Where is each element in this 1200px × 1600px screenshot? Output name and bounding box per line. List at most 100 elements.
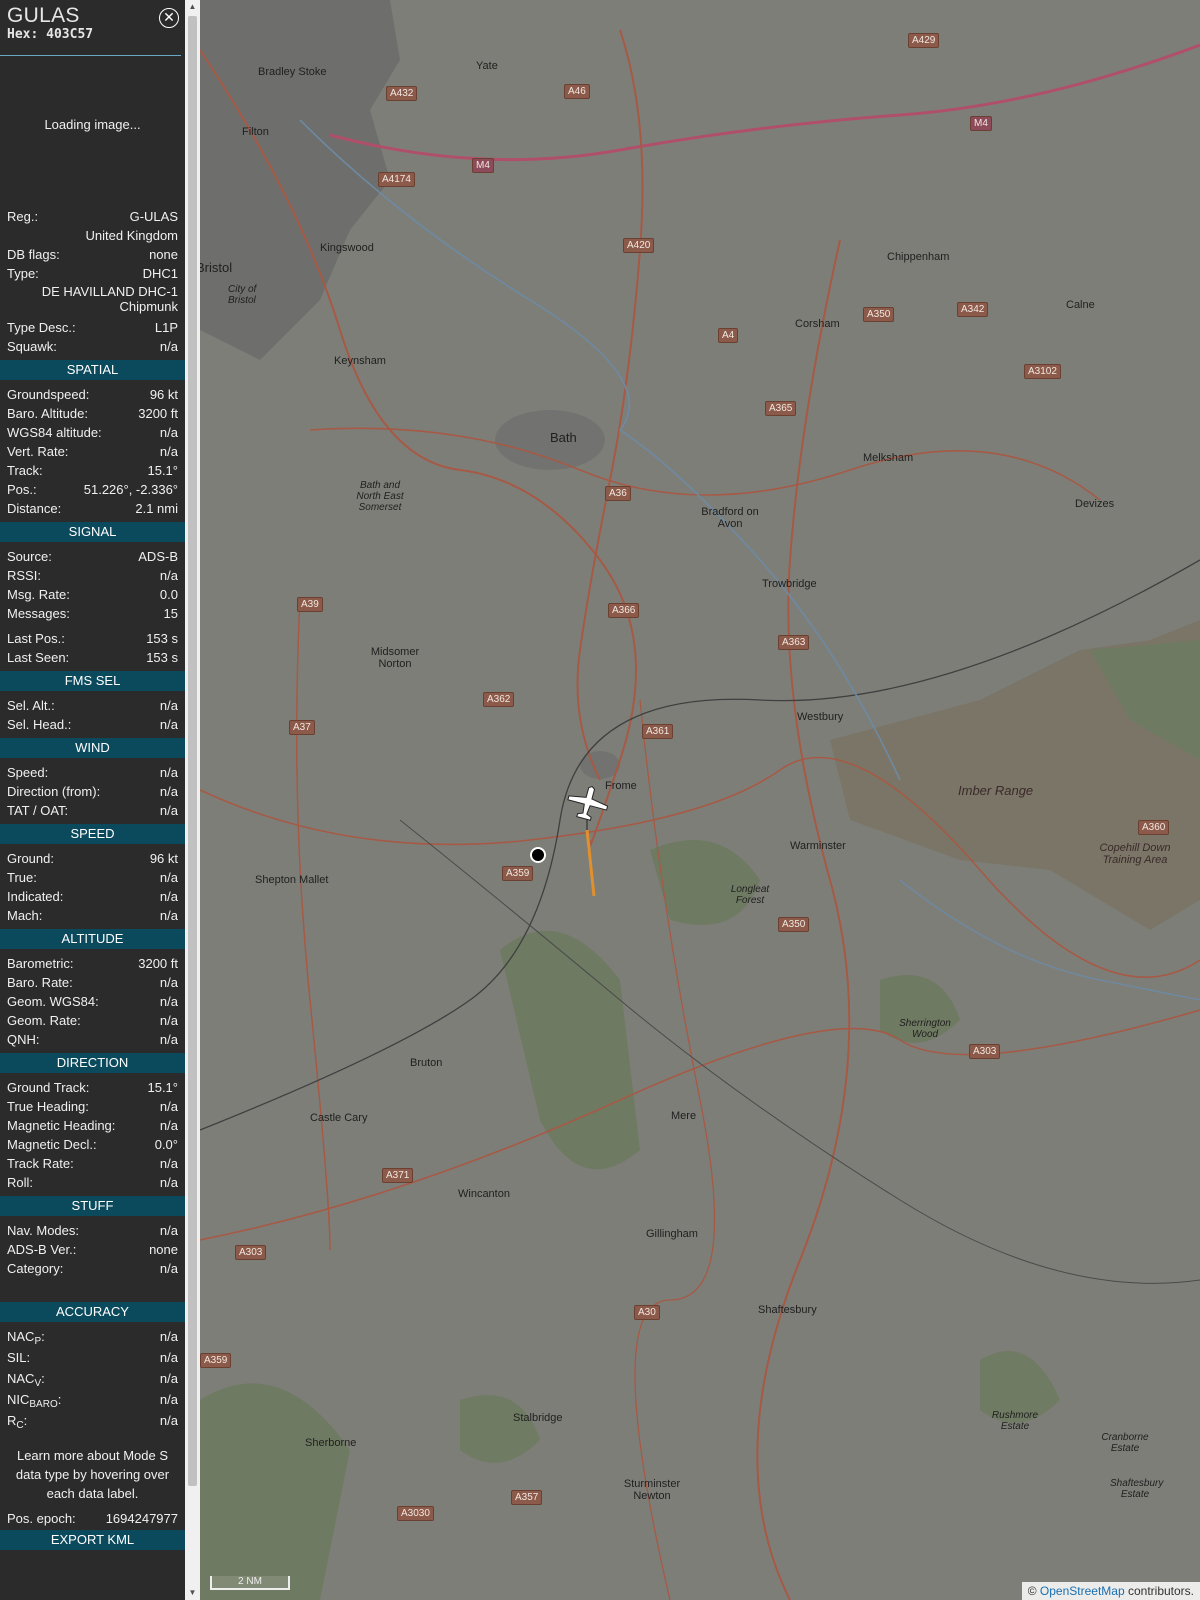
map-scale: 2 NM xyxy=(210,1576,290,1590)
road-label: A366 xyxy=(608,603,640,618)
info-row: QNH: n/a xyxy=(0,1030,185,1049)
openstreetmap-link[interactable]: OpenStreetMap xyxy=(1040,1584,1125,1598)
info-row: Roll: n/a xyxy=(0,1173,185,1192)
type-row: Type: DHC1 xyxy=(0,264,185,283)
info-label: Magnetic Decl.: xyxy=(7,1137,97,1152)
altitude-rows: Barometric: 3200 ft Baro. Rate: n/a Geom. WG… xyxy=(0,954,185,1049)
receiver-marker[interactable] xyxy=(530,847,546,863)
reg-value: G-ULAS xyxy=(129,209,178,224)
info-row: Source: ADS-B xyxy=(0,547,185,566)
info-label: Ground: xyxy=(7,851,54,866)
area-label: Copehill Down Training Area xyxy=(1099,842,1171,866)
road-label: M4 xyxy=(970,116,992,131)
scroll-down-icon[interactable]: ▼ xyxy=(185,1586,200,1600)
info-value: n/a xyxy=(159,444,178,459)
info-row: WGS84 altitude: n/a xyxy=(0,423,185,442)
info-row: Baro. Altitude: 3200 ft xyxy=(0,404,185,423)
info-value: n/a xyxy=(159,803,178,818)
export-kml-button[interactable]: EXPORT KML xyxy=(0,1530,185,1550)
sil-label[interactable]: SIL: xyxy=(7,1348,30,1369)
road-label: A3102 xyxy=(1024,364,1061,379)
info-label: Track: xyxy=(7,463,43,478)
town-label: Stalbridge xyxy=(513,1412,563,1424)
info-label: Ground Track: xyxy=(7,1080,90,1095)
info-label: Roll: xyxy=(7,1175,34,1190)
town-label: Kingswood xyxy=(320,242,374,254)
info-label: Indicated: xyxy=(7,889,64,904)
area-label: Rushmore Estate xyxy=(991,1410,1039,1432)
map-attribution: © OpenStreetMap contributors. xyxy=(1021,1582,1200,1600)
section-speed: SPEED xyxy=(0,824,185,844)
scrollbar-thumb[interactable] xyxy=(188,16,197,1486)
info-label: TAT / OAT: xyxy=(7,803,69,818)
country-row: United Kingdom xyxy=(0,226,185,245)
info-value: n/a xyxy=(159,1099,178,1114)
info-value: 96 kt xyxy=(149,851,178,866)
info-row: Sel. Alt.: n/a xyxy=(0,696,185,715)
road-label: A429 xyxy=(908,33,940,48)
nacv-row: NACV: n/a xyxy=(0,1369,185,1390)
road-label: A30 xyxy=(634,1305,660,1320)
nacp-label[interactable]: NACP: xyxy=(7,1327,45,1348)
info-label: QNH: xyxy=(7,1032,40,1047)
road-label: A420 xyxy=(623,238,655,253)
section-wind: WIND xyxy=(0,738,185,758)
info-row: Distance: 2.1 nmi xyxy=(0,499,185,518)
typedesc-value: L1P xyxy=(154,320,178,335)
info-label: Messages: xyxy=(7,606,70,621)
hex-code: Hex: 403C57 xyxy=(7,27,94,42)
dbflags-row: DB flags: none xyxy=(0,245,185,264)
spatial-rows: Groundspeed: 96 kt Baro. Altitude: 3200 ft W… xyxy=(0,385,185,518)
road-label: A357 xyxy=(511,1490,543,1505)
signal-rows: Source: ADS-B RSSI: n/a Msg. Rate: 0.0 Message… xyxy=(0,547,185,623)
info-label: Baro. Altitude: xyxy=(7,406,88,421)
road-label: A432 xyxy=(386,86,418,101)
rc-row: RC: n/a xyxy=(0,1411,185,1432)
rc-label[interactable]: RC: xyxy=(7,1411,27,1432)
nacv-label[interactable]: NACV: xyxy=(7,1369,45,1390)
info-value: n/a xyxy=(159,1261,178,1276)
callsign: GULAS xyxy=(7,4,80,27)
info-row: Magnetic Heading: n/a xyxy=(0,1116,185,1135)
info-row: Geom. WGS84: n/a xyxy=(0,992,185,1011)
squawk-row: Squawk: n/a xyxy=(0,337,185,356)
town-label: Wincanton xyxy=(458,1188,510,1200)
signal-time-rows: Last Pos.: 153 s Last Seen: 153 s xyxy=(0,629,185,667)
map-view[interactable]: Bradley Stoke Yate Filton Kingswood Bris… xyxy=(200,0,1200,1600)
section-signal: SIGNAL xyxy=(0,522,185,542)
aircraft-photo: Loading image... xyxy=(0,42,185,207)
dbflags-value: none xyxy=(149,247,178,262)
info-label: Pos.: xyxy=(7,482,37,497)
info-value: n/a xyxy=(159,1156,178,1171)
close-icon[interactable]: ✕ xyxy=(159,8,179,28)
aircraft-info-sidebar: GULAS Hex: 403C57 ✕ Loading image... Reg… xyxy=(0,0,185,1600)
info-row: RSSI: n/a xyxy=(0,566,185,585)
town-label: Corsham xyxy=(795,318,840,330)
info-label: Groundspeed: xyxy=(7,387,90,402)
town-label: Mere xyxy=(671,1110,697,1122)
section-spatial: SPATIAL xyxy=(0,360,185,380)
info-label: Nav. Modes: xyxy=(7,1223,80,1238)
town-label: Gillingham xyxy=(646,1228,698,1240)
area-label: Sherrington Wood xyxy=(899,1018,951,1040)
info-row: Msg. Rate: 0.0 xyxy=(0,585,185,604)
info-row: Last Pos.: 153 s xyxy=(0,629,185,648)
wind-rows: Speed: n/a Direction (from): n/a TAT / OAT: n… xyxy=(0,763,185,820)
dbflags-label: DB flags: xyxy=(7,247,60,262)
info-value: n/a xyxy=(159,994,178,1009)
epoch-label: Pos. epoch: xyxy=(7,1511,76,1526)
info-value: n/a xyxy=(159,870,178,885)
info-row: Track Rate: n/a xyxy=(0,1154,185,1173)
town-label: Melksham xyxy=(863,452,914,464)
nicbaro-label[interactable]: NICBARO: xyxy=(7,1390,61,1411)
road-label: A303 xyxy=(969,1044,1001,1059)
road-label: A37 xyxy=(289,720,315,735)
info-row: ADS-B Ver.: none xyxy=(0,1240,185,1259)
sidebar-scrollbar[interactable]: ▲ ▼ xyxy=(185,0,200,1600)
epoch-row: Pos. epoch: 1694247977 xyxy=(0,1509,185,1528)
info-label: Last Pos.: xyxy=(7,631,65,646)
info-value: 3200 ft xyxy=(138,956,178,971)
town-label: Castle Cary xyxy=(310,1112,368,1124)
scroll-up-icon[interactable]: ▲ xyxy=(185,0,200,14)
info-label: True Heading: xyxy=(7,1099,89,1114)
